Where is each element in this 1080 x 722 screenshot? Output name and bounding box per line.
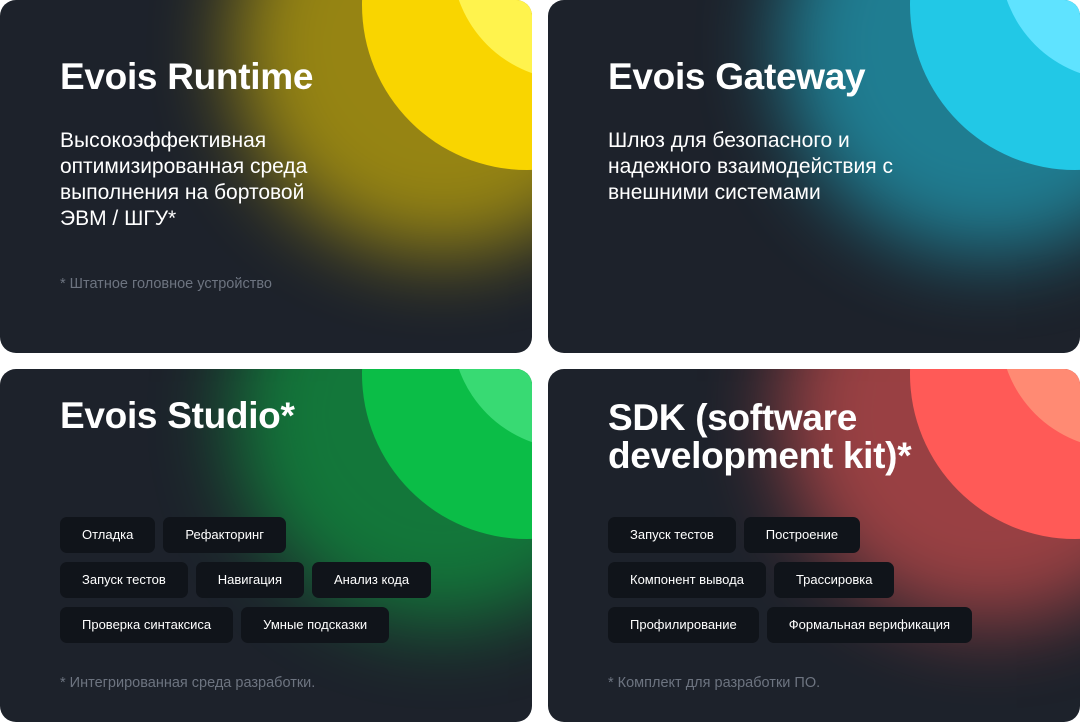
feature-tag: Компонент вывода [608, 562, 766, 598]
card-footnote: * Штатное головное устройство [60, 276, 272, 292]
card-footnote: * Интегрированная среда разработки. [60, 675, 316, 691]
card-title: Evois Studio* [60, 395, 295, 436]
card-title: SDK (software development kit)* [608, 399, 1028, 475]
feature-tag: Трассировка [773, 562, 895, 598]
card-title-line: development kit)* [608, 435, 912, 476]
tag-row: Проверка синтаксиса Умные подсказки [60, 607, 480, 643]
feature-tag: Рефакторинг [163, 517, 286, 553]
tag-row: Компонент вывода Трассировка [608, 562, 1028, 598]
feature-tag-list: Отладка Рефакторинг Запуск тестов Навига… [60, 517, 480, 652]
feature-tag: Построение [743, 517, 861, 553]
card-sdk: SDK (software development kit)* Запуск т… [548, 369, 1080, 722]
tag-row: Отладка Рефакторинг [60, 517, 480, 553]
feature-tag: Анализ кода [312, 562, 432, 598]
tag-row: Запуск тестов Построение [608, 517, 1028, 553]
card-title: Evois Gateway [608, 56, 866, 97]
tag-row: Запуск тестов Навигация Анализ кода [60, 562, 480, 598]
feature-tag: Отладка [60, 517, 156, 553]
feature-tag: Запуск тестов [608, 517, 736, 553]
card-footnote: * Комплект для разработки ПО. [608, 675, 821, 691]
feature-tag: Запуск тестов [60, 562, 188, 598]
card-title: Evois Runtime [60, 56, 314, 97]
card-description: Высокоэффективная оптимизированная среда… [60, 129, 308, 230]
card-evois-runtime: Evois Runtime Высокоэффективная оптимизи… [0, 0, 532, 353]
feature-tag: Проверка синтаксиса [60, 607, 234, 643]
feature-tag: Умные подсказки [241, 607, 390, 643]
card-evois-gateway: Evois Gateway Шлюз для безопасного и над… [548, 0, 1080, 353]
feature-tag: Формальная верификация [766, 607, 973, 643]
feature-tag: Профилирование [608, 607, 759, 643]
card-description: Шлюз для безопасного и надежного взаимод… [608, 129, 893, 204]
feature-tag-list: Запуск тестов Построение Компонент вывод… [608, 517, 1028, 652]
tag-row: Профилирование Формальная верификация [608, 607, 1028, 643]
feature-tag: Навигация [195, 562, 304, 598]
card-evois-studio: Evois Studio* Отладка Рефакторинг Запуск… [0, 369, 532, 722]
card-title-line: SDK (software [608, 397, 857, 438]
